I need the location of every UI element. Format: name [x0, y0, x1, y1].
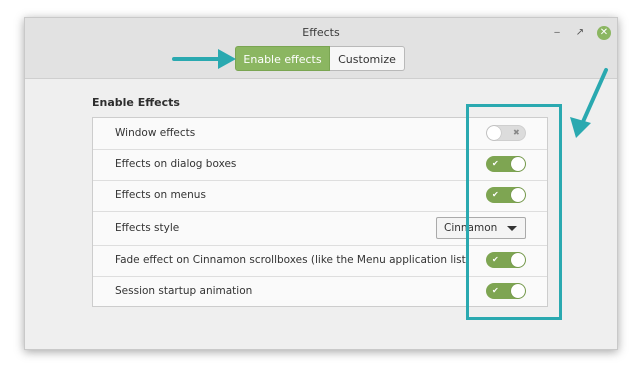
setting-label: Session startup animation — [115, 285, 253, 297]
tab-bar: Enable effects Customize — [235, 46, 405, 71]
close-icon[interactable]: ✕ — [597, 26, 611, 40]
window-title: Effects — [302, 26, 340, 39]
setting-label: Fade effect on Cinnamon scrollboxes (lik… — [115, 254, 470, 266]
setting-label: Window effects — [115, 127, 196, 139]
annotation-highlight-box — [466, 104, 562, 320]
setting-label: Effects style — [115, 222, 180, 234]
maximize-icon[interactable]: ↗ — [573, 26, 587, 40]
setting-label: Effects on menus — [115, 189, 206, 201]
tab-customize[interactable]: Customize — [330, 46, 405, 71]
minimize-icon[interactable]: ‒ — [550, 26, 564, 40]
titlebar: Effects ‒ ↗ ✕ Enable effects Customize — [25, 18, 617, 79]
tab-enable-effects[interactable]: Enable effects — [235, 46, 330, 71]
setting-label: Effects on dialog boxes — [115, 158, 237, 170]
section-title: Enable Effects — [92, 96, 180, 109]
